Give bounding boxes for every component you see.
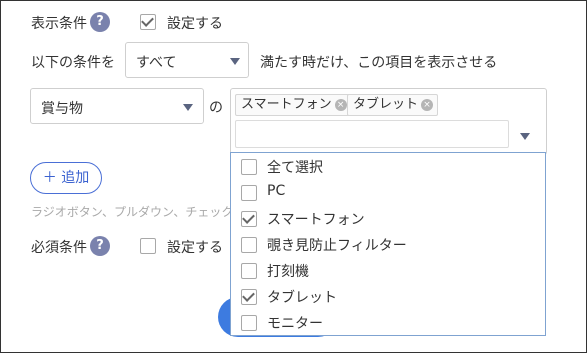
display-condition-label: 表示条件 [31, 16, 87, 32]
selected-tag: スマートフォン × [235, 94, 352, 116]
caret-down-icon[interactable] [520, 133, 530, 140]
option-checkbox[interactable] [241, 315, 257, 331]
selected-tag-label: スマートフォン [241, 97, 332, 112]
option-checkbox[interactable] [241, 263, 257, 279]
required-condition-checkbox[interactable] [140, 238, 156, 254]
option-checkbox[interactable] [241, 211, 257, 227]
selected-tag-label: タブレット [353, 97, 419, 112]
condition-settings-panel: 表示条件 ? 設定する 以下の条件を すべて 満たす時だけ、この項目を表示させる… [0, 0, 587, 353]
values-multiselect[interactable]: スマートフォン × タブレット × [230, 88, 547, 155]
required-condition-help-icon[interactable]: ? [90, 236, 110, 256]
condition-suffix-text: 満たす時だけ、この項目を表示させる [260, 55, 498, 71]
option-checkbox[interactable] [241, 185, 257, 201]
display-condition-help-icon[interactable]: ? [90, 12, 110, 32]
tag-remove-icon[interactable]: × [334, 99, 347, 111]
dropdown-option-pc[interactable]: PC [231, 179, 545, 205]
field-select-value: 賞与物 [41, 101, 83, 117]
values-dropdown-list: 全て選択 PC スマートフォン 覗き見防止フィルター 打刻機 タブレット モニタ… [230, 152, 546, 336]
required-condition-checkbox-label[interactable]: 設定する [167, 237, 223, 257]
option-checkbox[interactable] [241, 237, 257, 253]
required-condition-label: 必須条件 [31, 240, 87, 256]
selected-tag: タブレット × [347, 94, 439, 116]
option-checkbox[interactable] [241, 289, 257, 305]
option-label: PC [267, 183, 286, 199]
caret-down-icon [183, 104, 193, 111]
checkmark-icon [141, 14, 154, 27]
display-condition-checkbox[interactable] [140, 14, 156, 30]
dropdown-option-privacy-filter[interactable]: 覗き見防止フィルター [231, 231, 545, 257]
display-condition-checkbox-label[interactable]: 設定する [167, 13, 223, 33]
option-label: モニター [267, 316, 323, 332]
dropdown-option-smartphone[interactable]: スマートフォン [231, 205, 545, 231]
add-button[interactable]: ＋ 追加 [30, 162, 102, 194]
caret-down-icon [230, 58, 240, 65]
option-label: スマートフォン [267, 212, 365, 228]
condition-prefix-text: 以下の条件を [31, 55, 115, 71]
match-type-value: すべて [136, 55, 177, 71]
dropdown-option-select-all[interactable]: 全て選択 [231, 153, 545, 179]
option-label: 打刻機 [267, 264, 309, 280]
dropdown-option-tablet[interactable]: タブレット [231, 283, 545, 309]
checkmark-icon [242, 289, 255, 302]
option-label: 全て選択 [267, 160, 323, 176]
dropdown-option-time-clock[interactable]: 打刻機 [231, 257, 545, 283]
checkmark-icon [242, 211, 255, 224]
field-type-hint: ラジオボタン、プルダウン、チェック [31, 205, 234, 219]
match-type-select[interactable]: すべて [125, 42, 249, 78]
multiselect-search-input[interactable] [235, 120, 509, 148]
option-checkbox[interactable] [241, 159, 257, 175]
field-select[interactable]: 賞与物 [30, 88, 204, 124]
tag-remove-icon[interactable]: × [421, 99, 434, 111]
option-label: タブレット [267, 290, 337, 306]
dropdown-option-monitor[interactable]: モニター [231, 309, 545, 335]
connector-text: の [209, 100, 223, 116]
option-label: 覗き見防止フィルター [267, 238, 407, 254]
